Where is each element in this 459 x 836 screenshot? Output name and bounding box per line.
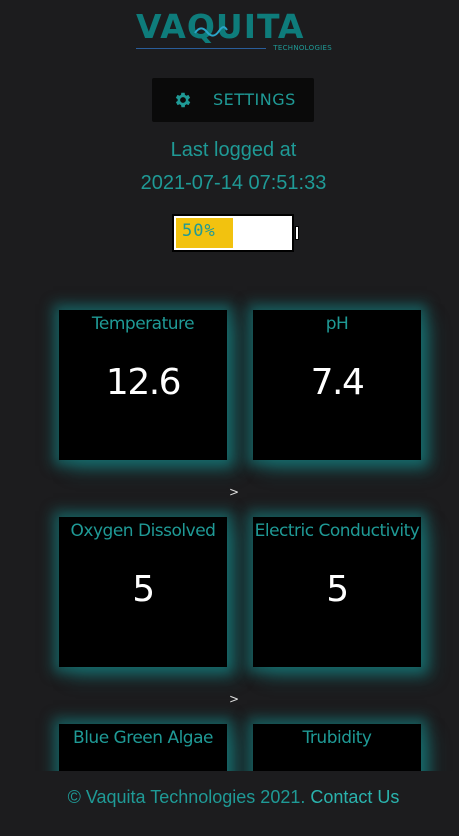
row-separator-arrow: >: [229, 692, 240, 706]
battery-label: 50%: [182, 221, 216, 241]
sensor-value: 5: [326, 569, 349, 610]
sensor-card-ph[interactable]: pH 7.4: [253, 310, 421, 460]
sensor-label: Electric Conductivity: [254, 521, 420, 541]
sensor-card-electric-conductivity[interactable]: Electric Conductivity 5: [253, 517, 421, 667]
logo-underline: [136, 48, 266, 49]
contact-us-link[interactable]: Contact Us: [310, 787, 399, 807]
footer-text: © Vaquita Technologies 2021. Contact Us: [0, 787, 459, 808]
sensor-value: 12.6: [105, 362, 182, 403]
sensor-value: 5: [132, 569, 155, 610]
wave-icon: [194, 26, 228, 37]
sensor-card-oxygen-dissolved[interactable]: Oxygen Dissolved 5: [59, 517, 227, 667]
sensor-label: Temperature: [91, 314, 195, 334]
row-separator-arrow: >: [229, 485, 240, 499]
sensor-label: Oxygen Dissolved: [70, 521, 216, 541]
settings-button[interactable]: SETTINGS: [152, 78, 314, 122]
sensor-label: Trubidity: [302, 728, 372, 748]
footer: © Vaquita Technologies 2021. Contact Us: [0, 771, 459, 836]
sensor-label: Blue Green Algae: [73, 728, 213, 748]
sensor-label: pH: [325, 314, 349, 334]
footer-copyright: © Vaquita Technologies 2021.: [67, 787, 306, 807]
last-logged-timestamp: 2021-07-14 07:51:33: [140, 172, 327, 194]
sensor-value: 7.4: [310, 362, 365, 403]
battery-indicator: 50%: [172, 214, 294, 252]
battery-tip: [295, 226, 299, 240]
gear-icon: [175, 92, 191, 108]
settings-label: SETTINGS: [213, 90, 296, 109]
brand-tagline: TECHNOLOGIES: [273, 44, 332, 52]
sensor-card-temperature[interactable]: Temperature 12.6: [59, 310, 227, 460]
last-logged-title: Last logged at: [170, 139, 297, 161]
brand-logo: VAQUITA TECHNOLOGIES: [136, 10, 336, 54]
page: VAQUITA TECHNOLOGIES SETTINGS Last logge…: [0, 0, 459, 836]
